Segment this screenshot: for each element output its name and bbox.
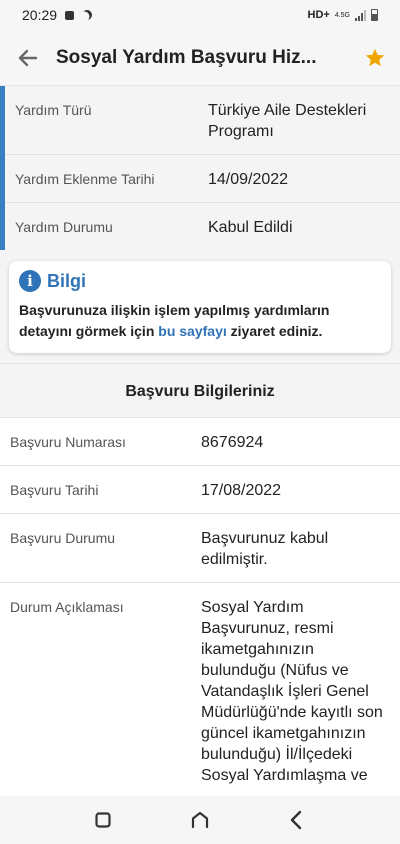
recents-button[interactable]: [83, 800, 123, 840]
detail-value: Sosyal Yardım Başvurunuz, resmi ikametga…: [201, 599, 383, 784]
status-bar: 20:29 HD+ 4.5G: [0, 0, 400, 30]
network-label: HD+: [307, 9, 330, 21]
summary-row: Yardım Eklenme Tarihi 14/09/2022: [0, 155, 400, 203]
content-scroll[interactable]: Yardım Türü Türkiye Aile Destekleri Prog…: [0, 86, 400, 796]
system-nav-bar: [0, 796, 400, 844]
detail-row: Başvuru Tarihi 17/08/2022: [0, 466, 400, 514]
detail-label: Başvuru Durumu: [10, 530, 116, 546]
network-type-label: 4.5G: [334, 11, 350, 19]
summary-value: 14/09/2022: [208, 171, 289, 188]
do-not-disturb-icon: [80, 8, 94, 22]
section-title: Başvuru Bilgileriniz: [0, 363, 400, 418]
app-bar: Sosyal Yardım Başvuru Hiz...: [0, 30, 400, 86]
summary-row: Yardım Türü Türkiye Aile Destekleri Prog…: [0, 86, 400, 155]
summary-label: Yardım Durumu: [15, 219, 113, 235]
home-icon: [191, 811, 209, 829]
detail-row: Durum Açıklaması Sosyal Yardım Başvurunu…: [0, 583, 400, 796]
detail-row: Başvuru Durumu Başvurunuz kabul edilmişt…: [0, 514, 400, 583]
summary-value: Türkiye Aile Destekleri Programı: [208, 102, 367, 140]
signal-icon: [355, 9, 366, 21]
page-title: Sosyal Yardım Başvuru Hiz...: [56, 46, 317, 68]
detail-label: Başvuru Tarihi: [10, 482, 99, 498]
aid-summary: Yardım Türü Türkiye Aile Destekleri Prog…: [0, 86, 400, 250]
back-chevron-icon: [290, 810, 301, 830]
favorite-button[interactable]: [350, 30, 400, 86]
info-page-link[interactable]: bu sayfayı: [158, 323, 226, 339]
info-text: Başvurunuza ilişkin işlem yapılmış yardı…: [19, 300, 381, 342]
info-card: i Bilgi Başvurunuza ilişkin işlem yapılm…: [9, 261, 391, 353]
info-header: i Bilgi: [19, 270, 381, 292]
summary-label: Yardım Türü: [15, 102, 92, 118]
info-icon: i: [19, 270, 41, 292]
detail-label: Durum Açıklaması: [10, 599, 124, 615]
detail-value: 8676924: [201, 434, 264, 451]
arrow-left-icon: [18, 49, 38, 66]
home-button[interactable]: [180, 800, 220, 840]
summary-label: Yardım Eklenme Tarihi: [15, 171, 155, 187]
info-title: Bilgi: [47, 270, 86, 291]
detail-row: Başvuru Numarası 8676924: [0, 418, 400, 466]
detail-value: Başvurunuz kabul edilmiştir.: [201, 530, 329, 568]
detail-value: 17/08/2022: [201, 482, 282, 499]
system-back-button[interactable]: [277, 800, 317, 840]
detail-label: Başvuru Numarası: [10, 434, 126, 450]
notification-square-icon: [65, 10, 75, 20]
info-section: i Bilgi Başvurunuza ilişkin işlem yapılm…: [0, 250, 400, 363]
status-time: 20:29: [22, 7, 58, 23]
summary-row: Yardım Durumu Kabul Edildi: [0, 203, 400, 250]
recents-icon: [95, 812, 111, 828]
summary-value: Kabul Edildi: [208, 219, 293, 236]
star-icon: [365, 48, 385, 66]
info-text-after: ziyaret ediniz.: [226, 323, 323, 339]
back-button[interactable]: [0, 30, 56, 86]
battery-icon: [371, 9, 378, 21]
